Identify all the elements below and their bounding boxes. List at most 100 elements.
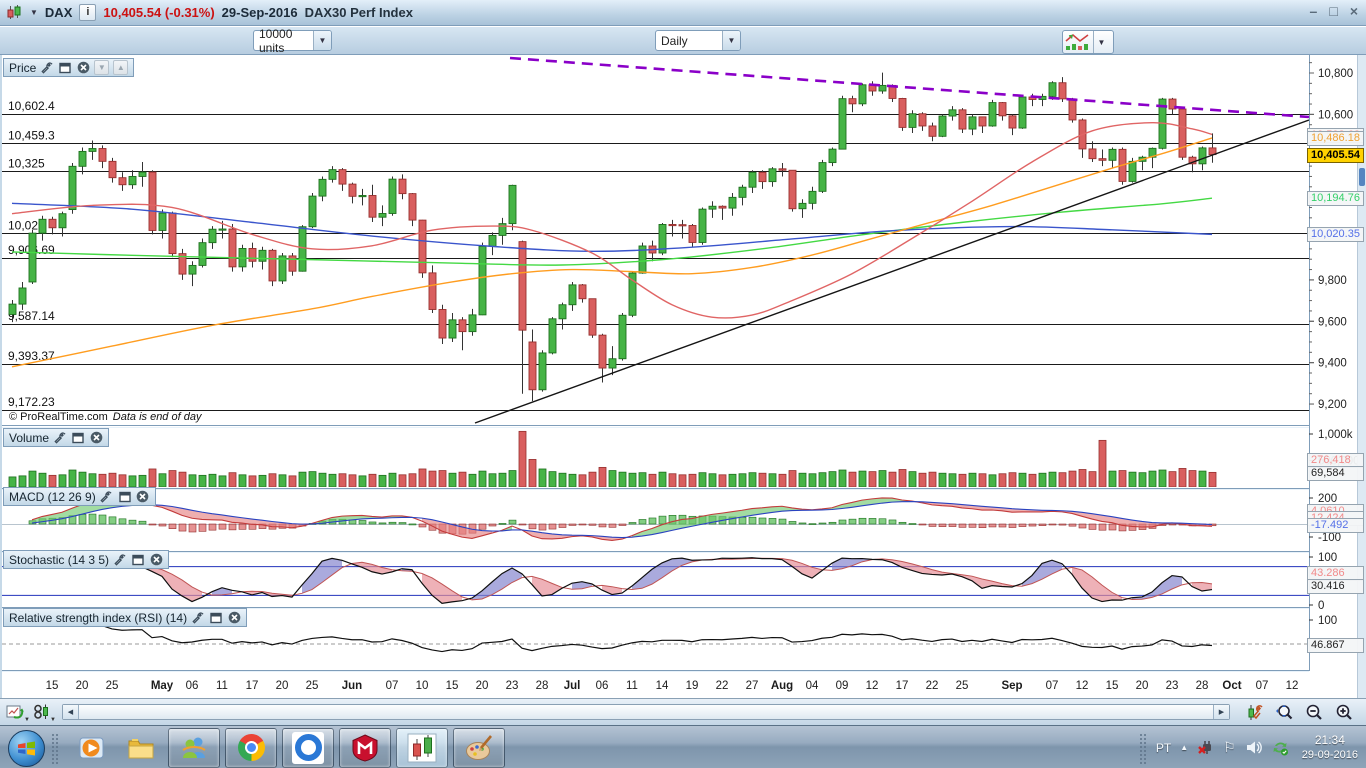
chart-canvas[interactable]: 10,602.410,459.310,32510,0259,906.699,58…: [2, 55, 1366, 698]
device-disconnected-icon[interactable]: [1197, 739, 1214, 756]
zoom-fit-button[interactable]: [1272, 702, 1296, 722]
timeframe-dropdown-arrow-icon[interactable]: ▼: [722, 31, 740, 50]
close-panel-icon[interactable]: [136, 490, 150, 504]
candle: [1068, 98, 1077, 121]
volume-bar: [328, 473, 337, 487]
volume-bar: [1138, 472, 1147, 487]
chart-settings-button[interactable]: [1243, 702, 1267, 722]
taskbar-app-trading-chart[interactable]: [396, 727, 448, 768]
svg-text:9,172.23: 9,172.23: [8, 395, 55, 409]
wrench-icon[interactable]: [100, 490, 114, 504]
window-icon[interactable]: [118, 490, 132, 504]
chart-type-button[interactable]: ▼: [1062, 30, 1114, 54]
svg-text:10,602.4: 10,602.4: [8, 99, 55, 113]
svg-text:May: May: [151, 680, 174, 692]
action-center-flag-icon[interactable]: ⚐: [1223, 739, 1236, 756]
volume-bar: [788, 470, 797, 487]
zoom-in-button[interactable]: [1332, 702, 1356, 722]
wrench-icon[interactable]: [40, 61, 54, 75]
taskbar-app-media-player[interactable]: [70, 729, 114, 767]
volume-bar: [898, 469, 907, 487]
macd-histogram-bar: [788, 521, 797, 525]
taskbar-app-mcafee[interactable]: [339, 727, 391, 768]
network-sync-icon[interactable]: [1271, 739, 1289, 756]
close-panel-icon[interactable]: [89, 431, 103, 445]
timeframe-dropdown[interactable]: Daily ▼: [655, 30, 741, 51]
trendline[interactable]: [509, 56, 1309, 119]
horizontal-scrollbar[interactable]: ◀ ▶: [62, 704, 1230, 720]
svg-text:11: 11: [216, 680, 228, 692]
close-panel-icon[interactable]: [227, 611, 241, 625]
minimize-button[interactable]: –: [1310, 3, 1318, 19]
window-icon[interactable]: [131, 553, 145, 567]
units-value: 10000 units: [259, 26, 293, 55]
units-dropdown-arrow-icon[interactable]: ▼: [313, 31, 331, 50]
close-panel-icon[interactable]: [149, 553, 163, 567]
tray-clock[interactable]: 21:34 29-09-2016: [1302, 733, 1358, 763]
macd-histogram-bar: [198, 523, 207, 532]
start-button[interactable]: [8, 730, 45, 767]
macd-histogram-bar: [998, 523, 1007, 528]
candle: [18, 287, 27, 305]
window-icon[interactable]: [58, 61, 72, 75]
taskbar-app-explorer[interactable]: [119, 729, 163, 767]
volume-bar: [718, 474, 727, 487]
share-chart-button[interactable]: ▼: [4, 702, 30, 723]
language-indicator[interactable]: PT: [1156, 741, 1171, 755]
candle: [1098, 158, 1107, 161]
trendline[interactable]: [474, 119, 1309, 424]
volume-bar: [1018, 472, 1027, 487]
window-icon[interactable]: [209, 611, 223, 625]
symbol-dropdown-icon[interactable]: ▼: [30, 8, 38, 17]
close-panel-icon[interactable]: [76, 61, 90, 75]
chart-area[interactable]: 10,602.410,459.310,32510,0259,906.699,58…: [0, 55, 1366, 698]
macd-histogram-bar: [1068, 523, 1077, 527]
window-icon[interactable]: [71, 431, 85, 445]
macd-histogram-bar: [608, 523, 617, 528]
taskbar-app-paint[interactable]: [453, 727, 505, 768]
volume-bar: [1078, 469, 1087, 487]
candle: [928, 125, 937, 137]
symbol-label: DAX: [44, 5, 73, 20]
volume-bar: [18, 475, 27, 487]
info-button[interactable]: i: [79, 4, 97, 21]
candle: [128, 175, 137, 186]
vertical-scrollbar-thumb[interactable]: [1359, 168, 1365, 186]
wrench-icon[interactable]: [191, 611, 205, 625]
copyright-note: © ProRealTime.com Data is end of day: [9, 411, 201, 423]
volume-bar: [1028, 473, 1037, 487]
units-dropdown[interactable]: 10000 units ▼: [253, 27, 332, 55]
taskbar-app-chrome[interactable]: [225, 727, 277, 768]
volume-bar: [858, 470, 867, 487]
taskbar-app-blue-ring[interactable]: [282, 727, 334, 768]
volume-bar: [868, 471, 877, 487]
wrench-icon[interactable]: [113, 553, 127, 567]
volume-bar: [448, 472, 457, 487]
candle: [298, 226, 307, 272]
volume-bar: [188, 474, 197, 487]
move-panel-up-icon[interactable]: ▲: [113, 60, 129, 75]
volume-bar: [248, 475, 257, 487]
volume-bar: [608, 470, 617, 487]
volume-icon[interactable]: [1245, 739, 1262, 756]
volume-bar: [118, 474, 127, 487]
move-panel-down-icon[interactable]: ▼: [94, 60, 110, 75]
show-hidden-icons[interactable]: ▲: [1180, 743, 1188, 752]
maximize-button[interactable]: □: [1329, 3, 1337, 19]
link-instrument-button[interactable]: ▼: [30, 702, 56, 723]
macd-panel: [2, 497, 1309, 542]
link-dropdown-arrow-icon[interactable]: ▼: [50, 717, 56, 723]
zoom-out-button[interactable]: [1302, 702, 1326, 722]
scroll-left-arrow-icon[interactable]: ◀: [63, 705, 79, 719]
svg-text:23: 23: [506, 680, 519, 692]
volume-bar: [148, 468, 157, 487]
svg-text:28: 28: [536, 680, 549, 692]
close-button[interactable]: ×: [1350, 3, 1358, 19]
volume-bar: [678, 474, 687, 487]
taskbar-app-messenger[interactable]: [168, 727, 220, 768]
wrench-icon[interactable]: [53, 431, 67, 445]
chart-type-dropdown-arrow-icon[interactable]: ▼: [1093, 31, 1109, 53]
macd-histogram-bar: [518, 523, 527, 526]
app-logo-candles-icon: [7, 5, 21, 19]
scroll-right-arrow-icon[interactable]: ▶: [1213, 705, 1229, 719]
